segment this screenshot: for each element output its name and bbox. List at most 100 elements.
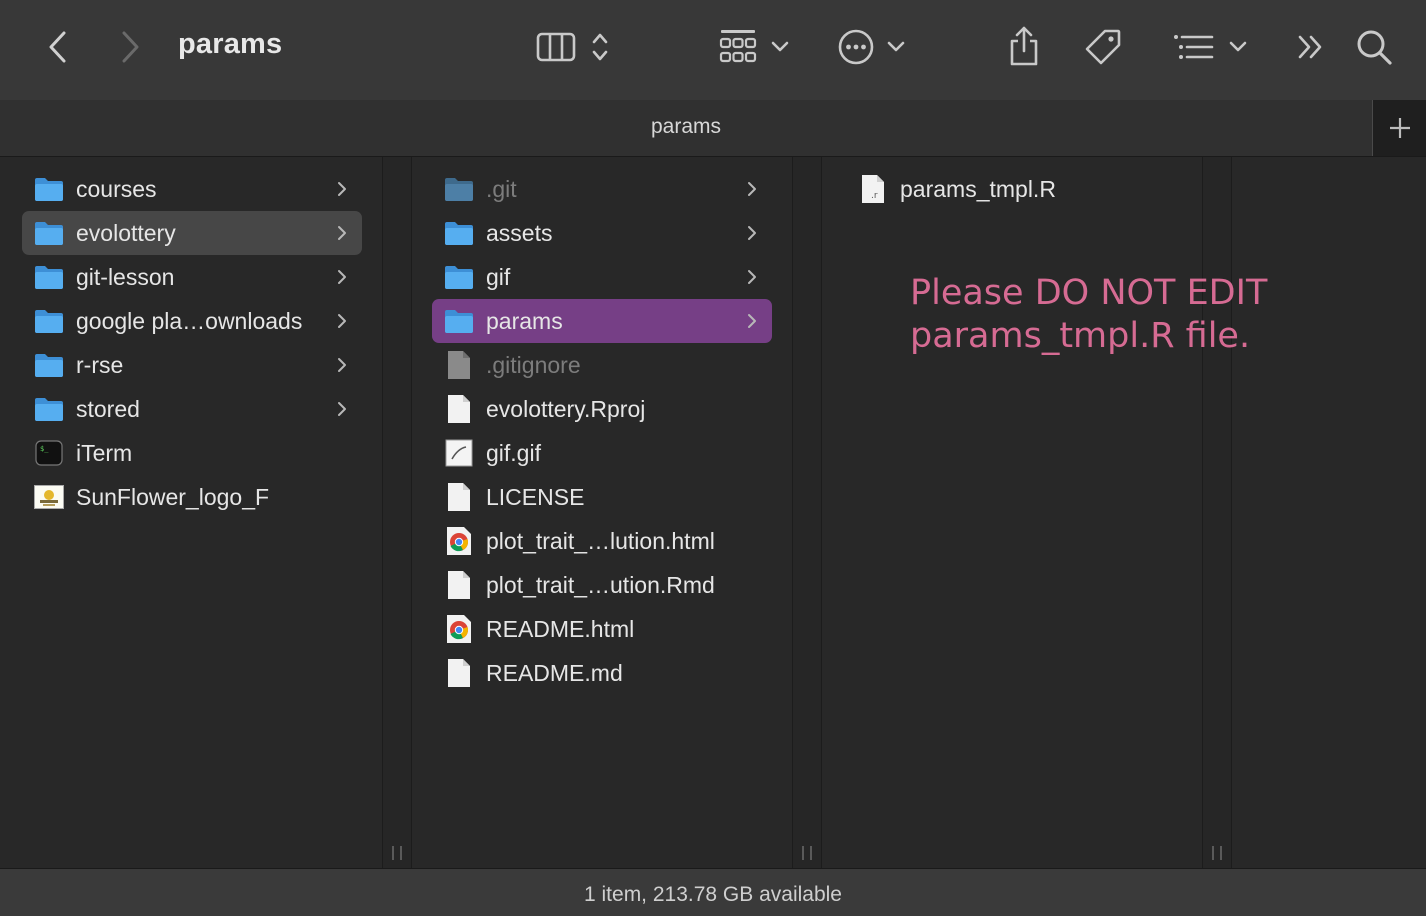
- tab-bar: params: [0, 100, 1426, 157]
- item-label: r-rse: [76, 351, 124, 378]
- chevron-right-icon: [332, 356, 352, 374]
- list-item-git-lesson[interactable]: git-lesson: [22, 255, 362, 299]
- list-item-assets[interactable]: assets: [432, 211, 772, 255]
- item-label: git-lesson: [76, 263, 175, 290]
- finder-window: params params courses evolottery git-les…: [0, 0, 1426, 916]
- list-item-params[interactable]: params: [432, 299, 772, 343]
- item-label: LICENSE: [486, 483, 585, 510]
- forward-chevron-icon[interactable]: [112, 28, 148, 66]
- list-item-sunflower-logo-f[interactable]: SunFlower_logo_F: [22, 475, 362, 519]
- folder-icon: [34, 262, 64, 292]
- item-label: evolottery.Rproj: [486, 395, 646, 422]
- column-resize-handle[interactable]: [382, 157, 412, 868]
- chevron-down-icon[interactable]: [768, 36, 792, 58]
- item-label: evolottery: [76, 219, 176, 246]
- item-label: gif: [486, 263, 511, 290]
- image-file-icon: [444, 438, 474, 468]
- folder-icon: [34, 218, 64, 248]
- chevron-down-icon[interactable]: [1226, 36, 1250, 58]
- item-label: gif.gif: [486, 439, 541, 466]
- chevron-down-icon[interactable]: [884, 36, 908, 58]
- list-item-gitignore[interactable]: .gitignore: [432, 343, 772, 387]
- column-browser: courses evolottery git-lesson google pla…ow…: [0, 157, 1426, 868]
- search-icon[interactable]: [1354, 27, 1394, 67]
- column-3: .r params_tmpl.R: [821, 157, 1202, 868]
- item-label: plot_trait_…ution.Rmd: [486, 571, 715, 598]
- item-label: google pla…ownloads: [76, 307, 303, 334]
- chevron-right-icon: [332, 312, 352, 330]
- overflow-chevrons-icon[interactable]: [1294, 30, 1328, 64]
- folder-icon: [34, 174, 64, 204]
- folder-icon: [34, 394, 64, 424]
- list-item-readme-html[interactable]: README.html: [432, 607, 772, 651]
- column-resize-handle[interactable]: [1202, 157, 1232, 868]
- status-text: 1 item, 213.78 GB available: [584, 883, 842, 906]
- tab-params[interactable]: params: [0, 115, 1372, 139]
- toolbar: params: [0, 0, 1426, 100]
- item-label: params: [486, 307, 563, 334]
- view-options-stepper-icon[interactable]: [588, 28, 612, 66]
- share-icon[interactable]: [1004, 24, 1044, 68]
- item-label: SunFlower_logo_F: [76, 483, 270, 510]
- list-item-r-rse[interactable]: r-rse: [22, 343, 362, 387]
- document-icon: [444, 482, 474, 512]
- list-item-params-tmpl-r[interactable]: .r params_tmpl.R: [846, 167, 1176, 211]
- item-label: assets: [486, 219, 553, 246]
- column-1: courses evolottery git-lesson google pla…ow…: [0, 157, 382, 868]
- chevron-right-icon: [742, 268, 762, 286]
- folder-icon: [444, 174, 474, 204]
- new-tab-button[interactable]: [1372, 100, 1426, 156]
- list-item-courses[interactable]: courses: [22, 167, 362, 211]
- folder-icon: [34, 350, 64, 380]
- chevron-right-icon: [742, 312, 762, 330]
- plus-icon: [1389, 118, 1410, 138]
- list-item-license[interactable]: LICENSE: [432, 475, 772, 519]
- document-icon: [444, 394, 474, 424]
- chevron-right-icon: [332, 180, 352, 198]
- folder-icon: [444, 306, 474, 336]
- list-item-gif-gif[interactable]: gif.gif: [432, 431, 772, 475]
- document-icon: [444, 658, 474, 688]
- chevron-right-icon: [332, 268, 352, 286]
- document-icon: [444, 350, 474, 380]
- back-chevron-icon[interactable]: [40, 28, 76, 66]
- list-item-plot-trait-lution-html[interactable]: plot_trait_…lution.html: [432, 519, 772, 563]
- item-label: plot_trait_…lution.html: [486, 527, 715, 554]
- list-item-gif[interactable]: gif: [432, 255, 772, 299]
- group-grid-icon[interactable]: [716, 26, 760, 66]
- list-item-iterm[interactable]: $_ iTerm: [22, 431, 362, 475]
- list-item-stored[interactable]: stored: [22, 387, 362, 431]
- chrome-html-icon: [444, 614, 474, 644]
- item-label: courses: [76, 175, 157, 202]
- status-bar: 1 item, 213.78 GB available: [0, 868, 1426, 916]
- r-script-icon: .r: [858, 174, 888, 204]
- item-label: stored: [76, 395, 140, 422]
- list-item-plot-trait-ution-rmd[interactable]: plot_trait_…ution.Rmd: [432, 563, 772, 607]
- list-sort-icon[interactable]: [1170, 30, 1216, 64]
- column-2: .git assets gif params .gitignore evolottery.…: [411, 157, 792, 868]
- chevron-right-icon: [742, 180, 762, 198]
- folder-icon: [34, 306, 64, 336]
- list-item-evolottery[interactable]: evolottery: [22, 211, 362, 255]
- list-item-git[interactable]: .git: [432, 167, 772, 211]
- folder-icon: [444, 218, 474, 248]
- item-label: README.md: [486, 659, 623, 686]
- chevron-right-icon: [332, 224, 352, 242]
- column-resize-handle[interactable]: [792, 157, 822, 868]
- item-label: .git: [486, 175, 517, 202]
- list-item-evolottery-rproj[interactable]: evolottery.Rproj: [432, 387, 772, 431]
- column-view-icon[interactable]: [534, 28, 578, 66]
- more-actions-icon[interactable]: [836, 27, 876, 67]
- tag-icon[interactable]: [1082, 26, 1124, 68]
- folder-icon: [444, 262, 474, 292]
- item-label: README.html: [486, 615, 635, 642]
- document-icon: [444, 570, 474, 600]
- window-title: params: [178, 28, 283, 60]
- svg-text:$_: $_: [40, 445, 49, 453]
- list-item-readme-md[interactable]: README.md: [432, 651, 772, 695]
- annotation-note: Please DO NOT EDIT params_tmpl.R file.: [910, 272, 1267, 358]
- iterm-app-icon: $_: [34, 438, 64, 468]
- chrome-html-icon: [444, 526, 474, 556]
- svg-text:.r: .r: [871, 191, 878, 201]
- list-item-google-pla-ownloads[interactable]: google pla…ownloads: [22, 299, 362, 343]
